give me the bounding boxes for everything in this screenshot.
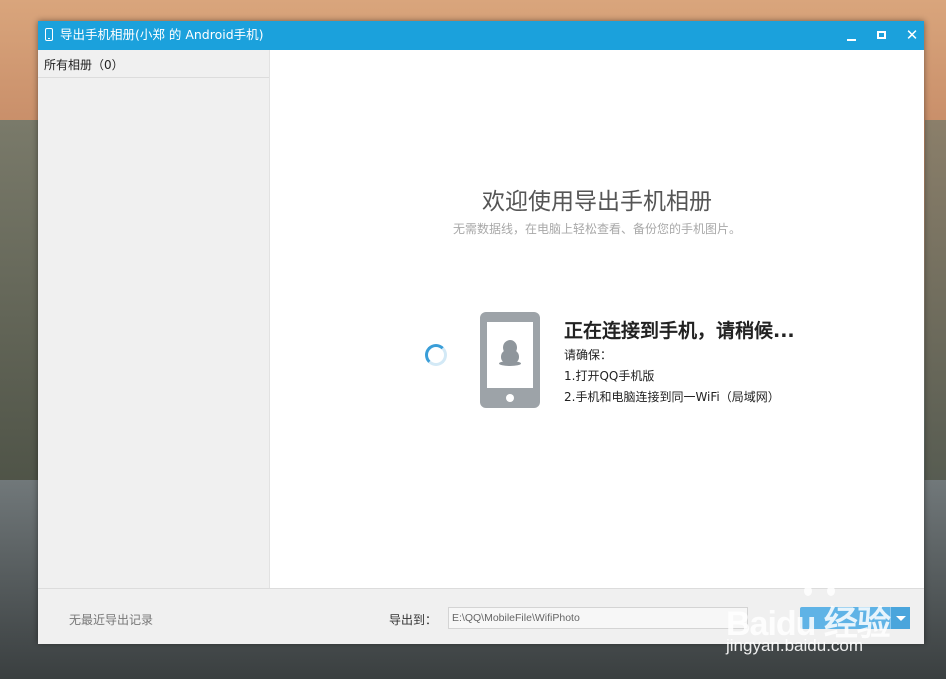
baidu-url: jingyan.baidu.com [726, 636, 864, 655]
step-same-wifi: 2.手机和电脑连接到同一WiFi（局域网） [564, 390, 780, 404]
app-window: 导出手机相册(小郑 的 Android手机) ✕ 所有相册（0） 欢迎使用导出手… [38, 21, 924, 644]
step-open-qq: 1.打开QQ手机版 [564, 369, 655, 383]
penguin-icon [499, 340, 521, 366]
welcome-subtitle: 无需数据线，在电脑上轻松查看、备份您的手机图片。 [452, 222, 741, 236]
background-hill-right [925, 120, 946, 500]
welcome-title: 欢迎使用导出手机相册 [482, 189, 712, 215]
maximize-button[interactable] [871, 25, 893, 47]
loading-spinner-icon [425, 344, 447, 366]
minimize-icon [847, 39, 856, 41]
main-panel: 欢迎使用导出手机相册 无需数据线，在电脑上轻松查看、备份您的手机图片。 正在连接… [270, 50, 924, 588]
all-albums-item[interactable]: 所有相册（0） [38, 50, 269, 78]
export-path-field[interactable]: E:\QQ\MobileFile\WifiPhoto [448, 607, 748, 629]
recent-export-status: 无最近导出记录 [69, 613, 154, 627]
title-bar[interactable]: 导出手机相册(小郑 的 Android手机) ✕ [38, 21, 924, 50]
phone-qq-penguin-icon [480, 312, 540, 408]
connecting-title: 正在连接到手机，请稍候... [564, 320, 795, 342]
phone-home-button [506, 394, 514, 402]
ensure-label: 请确保： [564, 348, 613, 362]
phone-screen [487, 322, 533, 388]
export-to-label: 导出到： [389, 613, 438, 627]
minimize-button[interactable] [841, 25, 863, 47]
close-button[interactable]: ✕ [901, 25, 923, 47]
baidu-watermark: Baidu 经验 jingyan.baidu.com [726, 578, 926, 678]
all-albums-label: 所有相册（0） [44, 58, 124, 72]
window-title: 导出手机相册(小郑 的 Android手机) [60, 27, 264, 42]
phone-icon [45, 28, 53, 41]
album-sidebar: 所有相册（0） [38, 50, 270, 588]
maximize-icon [877, 31, 886, 39]
background-hill-left [0, 120, 40, 500]
close-icon: ✕ [905, 26, 919, 44]
